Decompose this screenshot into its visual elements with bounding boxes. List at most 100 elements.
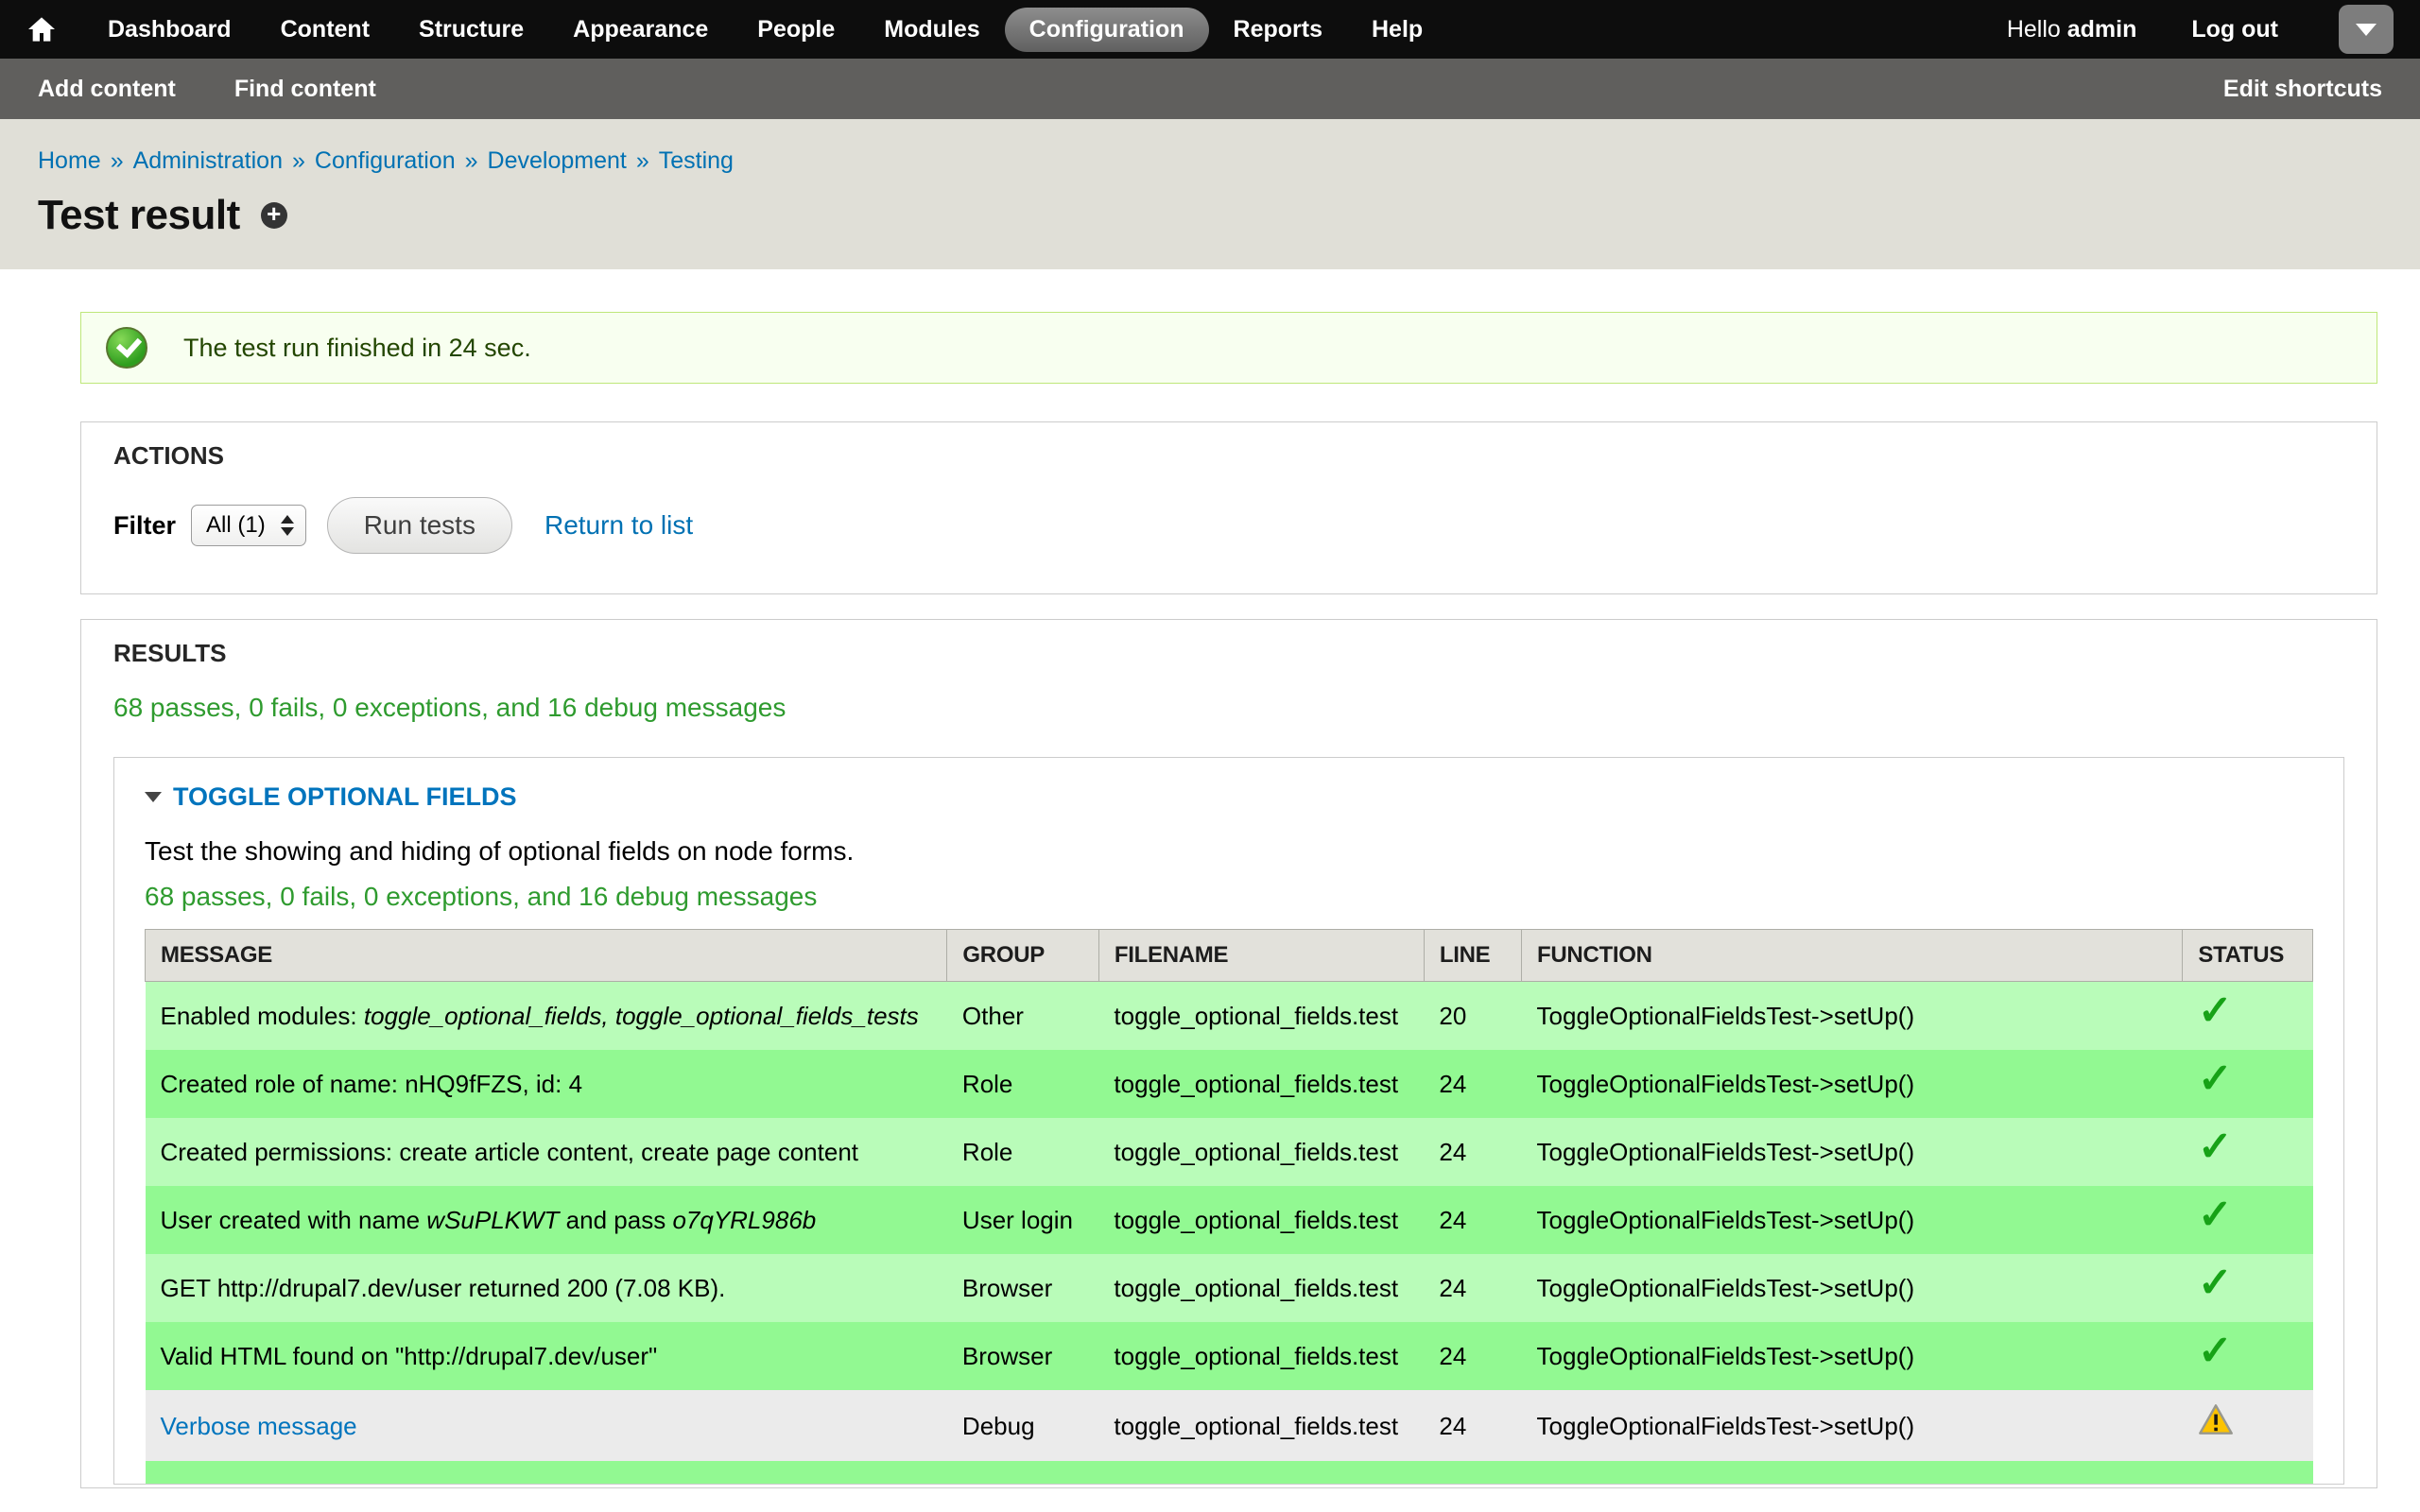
toolbar-item-help[interactable]: Help <box>1347 8 1447 52</box>
breadcrumb-link-home[interactable]: Home <box>38 147 101 174</box>
group-cell: Browser <box>947 1254 1099 1322</box>
page-title: Test result <box>38 192 240 239</box>
message-text: User created with name <box>161 1206 427 1234</box>
toolbar-item-dashboard[interactable]: Dashboard <box>83 8 256 52</box>
line-cell: 24 <box>1424 1118 1521 1186</box>
function-cell: ToggleOptionalFieldsTest->setUp() <box>1522 1050 2183 1118</box>
toolbar-item-modules[interactable]: Modules <box>859 8 1004 52</box>
toolbar-item-structure[interactable]: Structure <box>394 8 548 52</box>
filename-cell: toggle_optional_fields.test <box>1098 1322 1424 1390</box>
message-text: Created role of name: nHQ9fFZS, id: 4 <box>161 1070 583 1098</box>
message-cell: Enabled modules: toggle_optional_fields,… <box>146 982 947 1051</box>
breadcrumb-link-configuration[interactable]: Configuration <box>315 147 456 174</box>
breadcrumb: Home»Administration»Configuration»Develo… <box>38 147 2382 175</box>
table-row <box>146 1461 2313 1485</box>
filename-cell: toggle_optional_fields.test <box>1098 1254 1424 1322</box>
table-row: Valid HTML found on "http://drupal7.dev/… <box>146 1322 2313 1390</box>
shortcut-bar: Add content Find content Edit shortcuts <box>0 59 2420 119</box>
column-header-line: LINE <box>1424 930 1521 982</box>
pass-check-icon: ✓ <box>2198 1260 2233 1306</box>
shortcut-link-find-content[interactable]: Find content <box>234 76 376 103</box>
message-text: Created permissions: create article cont… <box>161 1138 859 1166</box>
line-cell: 24 <box>1424 1186 1521 1254</box>
toolbar-item-content[interactable]: Content <box>256 8 394 52</box>
status-message: The test run finished in 24 sec. <box>80 312 2377 384</box>
greeting: Hello admin <box>2007 16 2137 43</box>
test-group-summary: 68 passes, 0 fails, 0 exceptions, and 16… <box>145 882 2313 912</box>
toolbar-item-configuration[interactable]: Configuration <box>1005 8 1209 52</box>
actions-legend: ACTIONS <box>113 441 2344 471</box>
status-ok-badge-icon <box>106 327 147 369</box>
logout-link[interactable]: Log out <box>2191 16 2278 43</box>
return-to-list-link[interactable]: Return to list <box>544 510 693 541</box>
toolbar-item-people[interactable]: People <box>733 8 859 52</box>
test-group-toggle[interactable]: TOGGLE OPTIONAL FIELDS <box>145 782 2313 812</box>
column-header-filename: FILENAME <box>1098 930 1424 982</box>
function-cell: ToggleOptionalFieldsTest->setUp() <box>1522 1186 2183 1254</box>
breadcrumb-link-development[interactable]: Development <box>488 147 627 174</box>
column-header-group: GROUP <box>947 930 1099 982</box>
status-cell: ✓ <box>2183 1118 2313 1186</box>
group-cell: Role <box>947 1050 1099 1118</box>
page-header: Home»Administration»Configuration»Develo… <box>0 119 2420 269</box>
breadcrumb-link-administration[interactable]: Administration <box>133 147 283 174</box>
line-cell: 24 <box>1424 1390 1521 1461</box>
message-cell: Created role of name: nHQ9fFZS, id: 4 <box>146 1050 947 1118</box>
add-shortcut-icon[interactable] <box>261 202 287 229</box>
filter-select[interactable]: All (1) <box>191 505 306 546</box>
status-cell: ✓ <box>2183 1186 2313 1254</box>
results-fieldset: RESULTS 68 passes, 0 fails, 0 exceptions… <box>80 619 2377 1488</box>
group-cell: Browser <box>947 1322 1099 1390</box>
verbose-message-link[interactable]: Verbose message <box>161 1412 357 1440</box>
group-cell: Role <box>947 1118 1099 1186</box>
breadcrumb-separator: » <box>465 147 478 174</box>
username: admin <box>2067 16 2137 43</box>
table-row: Created permissions: create article cont… <box>146 1118 2313 1186</box>
line-cell: 20 <box>1424 982 1521 1051</box>
test-group-fieldset: TOGGLE OPTIONAL FIELDS Test the showing … <box>113 757 2344 1485</box>
filter-label: Filter <box>113 511 176 541</box>
message-text: GET http://drupal7.dev/user returned 200… <box>161 1274 726 1302</box>
column-header-message: MESSAGE <box>146 930 947 982</box>
shortcut-link-add-content[interactable]: Add content <box>38 76 176 103</box>
message-emphasis: wSuPLKWT <box>426 1206 559 1234</box>
main-content: The test run finished in 24 sec. ACTIONS… <box>0 312 2420 1488</box>
toolbar-item-appearance[interactable]: Appearance <box>548 8 733 52</box>
toolbar-menu: DashboardContentStructureAppearancePeopl… <box>83 8 1447 52</box>
group-cell: User login <box>947 1186 1099 1254</box>
shortcut-links: Add content Find content <box>38 76 435 103</box>
results-table-body: Enabled modules: toggle_optional_fields,… <box>146 982 2313 1486</box>
pass-check-icon: ✓ <box>2198 1124 2233 1170</box>
message-cell: GET http://drupal7.dev/user returned 200… <box>146 1254 947 1322</box>
column-header-function: FUNCTION <box>1522 930 2183 982</box>
filename-cell: toggle_optional_fields.test <box>1098 1390 1424 1461</box>
edit-shortcuts-link[interactable]: Edit shortcuts <box>2223 76 2382 103</box>
pass-check-icon: ✓ <box>2198 1056 2233 1102</box>
select-arrows-icon <box>281 515 294 536</box>
message-emphasis: o7qYRL986b <box>672 1206 816 1234</box>
home-icon[interactable] <box>26 14 57 44</box>
group-cell <box>947 1461 1099 1485</box>
filename-cell: toggle_optional_fields.test <box>1098 1050 1424 1118</box>
message-cell: Verbose message <box>146 1390 947 1461</box>
line-cell: 24 <box>1424 1322 1521 1390</box>
toolbar-toggle-button[interactable] <box>2339 5 2394 54</box>
breadcrumb-link-testing[interactable]: Testing <box>659 147 734 174</box>
table-row: Enabled modules: toggle_optional_fields,… <box>146 982 2313 1051</box>
breadcrumb-separator: » <box>636 147 649 174</box>
chevron-down-icon <box>2356 24 2377 36</box>
pass-check-icon: ✓ <box>2198 1328 2233 1374</box>
line-cell: 24 <box>1424 1254 1521 1322</box>
group-cell: Other <box>947 982 1099 1051</box>
line-cell <box>1424 1461 1521 1485</box>
status-cell <box>2183 1390 2313 1461</box>
filename-cell: toggle_optional_fields.test <box>1098 982 1424 1051</box>
run-tests-button[interactable]: Run tests <box>327 497 512 554</box>
warning-icon <box>2198 1403 2234 1435</box>
message-cell: Created permissions: create article cont… <box>146 1118 947 1186</box>
results-table: MESSAGEGROUPFILENAMELINEFUNCTIONSTATUS E… <box>145 929 2313 1485</box>
toolbar-item-reports[interactable]: Reports <box>1209 8 1347 52</box>
results-legend: RESULTS <box>113 639 2344 668</box>
status-cell: ✓ <box>2183 1050 2313 1118</box>
message-cell: Valid HTML found on "http://drupal7.dev/… <box>146 1322 947 1390</box>
